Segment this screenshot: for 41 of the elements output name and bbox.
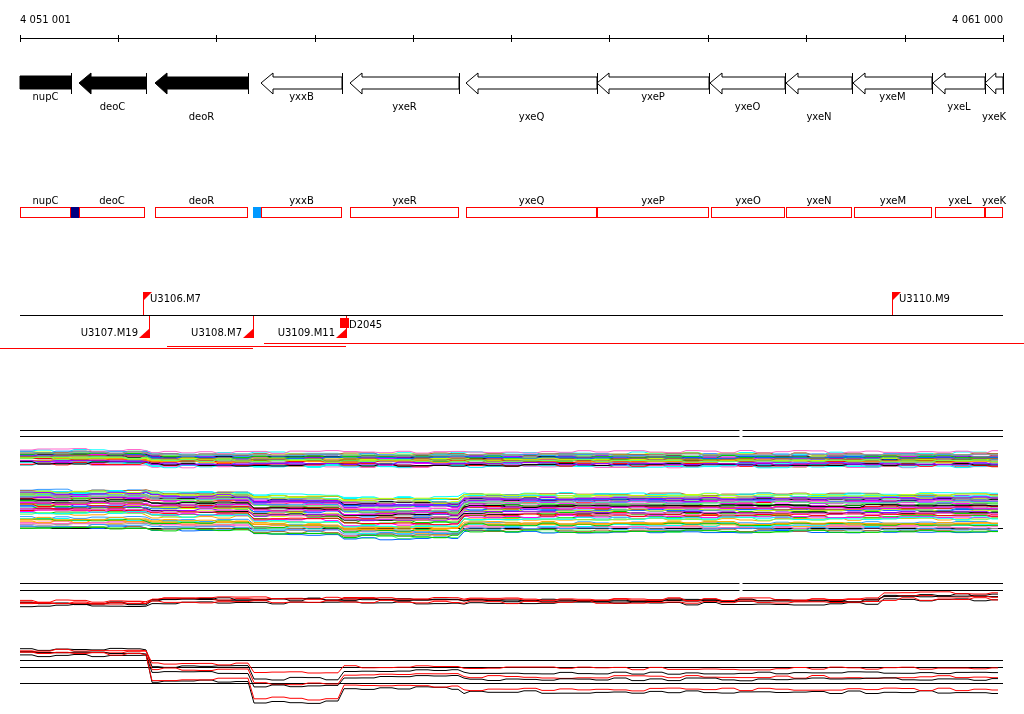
gene-label: deoR [188, 111, 215, 122]
segment-box [20, 207, 71, 218]
flag-icon [892, 291, 901, 316]
feature-block [340, 318, 349, 328]
gene-label: yxeK [981, 111, 1007, 122]
segment-label: deoR [188, 195, 215, 206]
segment-label: yxeK [981, 195, 1007, 206]
segment-label: yxxB [289, 195, 314, 206]
flag-icon [139, 315, 150, 339]
feature-label: U3108.M7 [191, 327, 242, 338]
end-coordinate: 4 061 000 [952, 14, 1003, 25]
segment-label: yxeN [806, 195, 832, 206]
gene-label: yxxB [289, 91, 314, 102]
gene-label: nupC [32, 91, 59, 102]
gene-label: yxeR [392, 101, 417, 112]
feature-label: U3109.M11 [277, 327, 335, 338]
feature-label: D2045 [349, 319, 383, 330]
gene-label: yxeM [879, 91, 906, 102]
start-coordinate: 4 051 001 [20, 14, 71, 25]
gene-label: yxeN [806, 111, 832, 122]
feature-label: U3110.M9 [899, 293, 950, 304]
segment-box [786, 207, 852, 218]
gene-label: yxeL [947, 101, 971, 112]
flag-icon [243, 315, 254, 339]
gene-label: yxeQ [518, 111, 545, 122]
segment-label: yxeM [879, 195, 907, 206]
segment-box [79, 207, 145, 218]
flag-icon [143, 291, 152, 316]
segment-label: yxeR [392, 195, 417, 206]
gene-label: yxeP [641, 91, 665, 102]
segment-label: yxeQ [518, 195, 545, 206]
feature-label: U3107.M19 [80, 327, 138, 338]
feature-label: U3106.M7 [150, 293, 201, 304]
segment-label: yxeL [948, 195, 972, 206]
segment-label: deoC [99, 195, 125, 206]
segment-label: nupC [32, 195, 59, 206]
gene-label: deoC [99, 101, 126, 112]
segment-label: yxeP [641, 195, 665, 206]
gene-label: yxeO [734, 101, 761, 112]
flag-icon [336, 315, 347, 339]
segment-label: yxeO [735, 195, 761, 206]
